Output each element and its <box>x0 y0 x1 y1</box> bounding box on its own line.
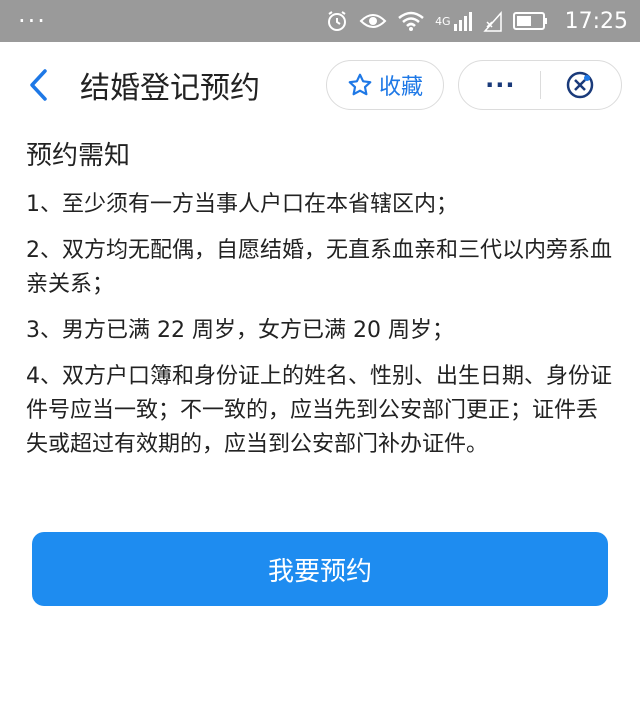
notification-dots: ··· <box>18 7 47 35</box>
notice-title: 预约需知 <box>26 141 131 171</box>
notice-section: 预约需知 1、至少须有一方当事人户口在本省辖区内； 2、双方均无配偶，自愿结婚，… <box>0 138 640 462</box>
close-circle-icon <box>566 71 594 99</box>
network-type: 4G <box>435 14 451 28</box>
eye-icon <box>359 11 387 31</box>
notice-item-3: 3、男方已满 22 周岁，女方已满 20 周岁； <box>26 318 454 343</box>
clock: 17:25 <box>564 8 628 34</box>
battery-icon <box>512 11 549 31</box>
nav-actions: 收藏 ··· <box>326 60 622 110</box>
action-area: 我要预约 <box>0 532 640 606</box>
more-close-capsule: ··· <box>458 60 622 110</box>
capsule-divider <box>539 71 541 99</box>
favorite-label: 收藏 <box>378 75 423 100</box>
nav-bar: 结婚登记预约 收藏 ··· <box>0 42 640 128</box>
back-arrow-icon <box>30 69 47 101</box>
favorite-button[interactable]: 收藏 <box>326 60 444 110</box>
page-title: 结婚登记预约 <box>80 71 260 106</box>
more-menu-button[interactable]: ··· <box>485 71 515 99</box>
notice-item-2: 2、双方均无配偶，自愿结婚，无直系血亲和三代以内旁系血亲关系； <box>26 238 612 297</box>
notice-item-1: 1、至少须有一方当事人户口在本省辖区内； <box>26 192 458 217</box>
wifi-icon <box>397 10 425 32</box>
notice-item-4: 4、双方户口簿和身份证上的姓名、性别、出生日期、身份证件号应当一致；不一致的，应… <box>26 364 612 457</box>
back-button[interactable] <box>18 65 58 105</box>
reserve-button[interactable]: 我要预约 <box>32 532 608 606</box>
close-button[interactable] <box>565 70 595 100</box>
no-signal-icon <box>482 10 503 32</box>
status-icons: 4G 17:25 <box>325 9 628 34</box>
alarm-icon <box>325 9 349 33</box>
star-icon <box>348 73 372 96</box>
status-bar: ··· 4G 17:25 <box>0 0 640 42</box>
signal-icon: 4G <box>435 10 473 32</box>
